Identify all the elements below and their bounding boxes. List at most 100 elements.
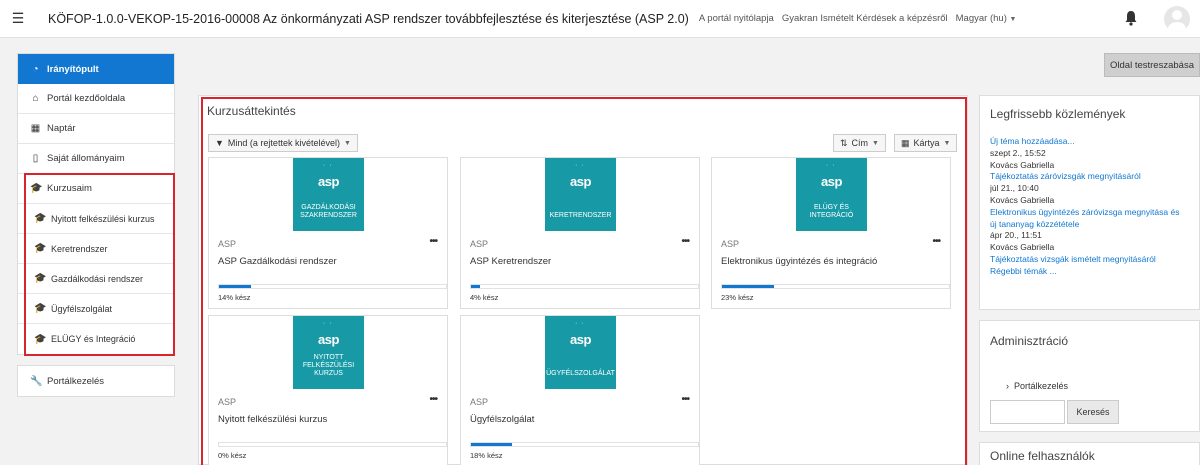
customize-page-button[interactable]: Oldal testreszabása — [1104, 53, 1200, 77]
course-image-caption: ELÜGY ÉS — [814, 204, 849, 211]
filter-dropdown[interactable]: ▼ Mind (a rejtettek kivételével) ▼ — [208, 134, 358, 152]
nav-portal-admin[interactable]: 🔧 Portálkezelés — [18, 366, 174, 396]
progress-fill — [471, 443, 512, 446]
course-name[interactable]: Elektronikus ügyintézés és integráció — [721, 256, 877, 267]
link-faq[interactable]: Gyakran Ismételt Kérdések a képzésről — [782, 13, 948, 24]
course-image[interactable]: · · asp NYITOTT FELKÉSZÜLÉSI KURZUS — [293, 316, 364, 389]
nav-my-courses-label: Kurzusaim — [47, 183, 92, 194]
more-options-icon[interactable]: ••• — [932, 236, 940, 247]
link-portal-home[interactable]: A portál nyitólapja — [699, 13, 774, 24]
course-card[interactable]: · · asp KERETRENDSZER ASP ••• ASP Keretr… — [460, 157, 700, 309]
course-image[interactable]: · · asp KERETRENDSZER — [545, 158, 616, 231]
news-item-link[interactable]: Tájékoztatás záróvizsgák megnyitásáról — [990, 171, 1200, 183]
course-image-caption: NYITOTT — [313, 354, 344, 361]
nav-dashboard[interactable]: ◔ Irányítópult — [18, 54, 174, 84]
course-image-caption: INTEGRÁCIÓ — [809, 212, 854, 219]
nav-course-framework[interactable]: 🎓 Keretrendszer — [18, 234, 174, 264]
nav-course-eluegy[interactable]: 🎓 ELÜGY és Integráció — [18, 324, 174, 354]
course-image-dots: · · — [575, 320, 585, 327]
course-name[interactable]: ASP Gazdálkodási rendszer — [218, 256, 337, 267]
sort-icon: ⇅ — [840, 137, 848, 148]
more-options-icon[interactable]: ••• — [681, 236, 689, 247]
nav-course-label: Gazdálkodási rendszer — [51, 273, 144, 284]
administration-block: Adminisztráció › Portálkezelés Keresés — [979, 320, 1200, 432]
graduation-cap-icon: 🎓 — [30, 183, 43, 194]
course-category: ASP — [470, 397, 489, 407]
nav-calendar-label: Naptár — [47, 123, 76, 134]
nav-course-open[interactable]: 🎓 Nyitott felkészülési kurzus — [18, 204, 174, 234]
course-name[interactable]: Ügyfélszolgálat — [470, 414, 534, 425]
site-title[interactable]: KÖFOP-1.0.0-VEKOP-15-2016-00008 Az önkor… — [48, 12, 689, 26]
nav-portal-home[interactable]: ⌂ Portál kezdőoldala — [18, 84, 174, 114]
course-image-caption: SZAKRENDSZER — [300, 212, 357, 219]
nav-calendar[interactable]: ▦ Naptár — [18, 114, 174, 144]
course-image[interactable]: · · asp ÜGYFÉLSZOLGÁLAT — [545, 316, 616, 389]
calendar-icon: ▦ — [30, 123, 41, 134]
left-navigation: ◔ Irányítópult ⌂ Portál kezdőoldala ▦ Naptá… — [17, 53, 175, 397]
nav-course-finance[interactable]: 🎓 Gazdálkodási rendszer — [18, 264, 174, 294]
news-add-topic-link[interactable]: Új téma hozzáadása... — [990, 136, 1200, 148]
course-category: ASP — [721, 239, 740, 249]
progress-text: 14% kész — [218, 293, 251, 302]
news-date: ápr 20., 11:51 — [990, 230, 1042, 241]
course-image-logo: asp — [570, 174, 591, 189]
hamburger-icon[interactable]: ☰ — [0, 0, 36, 38]
course-image-dots: · · — [575, 162, 585, 169]
course-name[interactable]: ASP Keretrendszer — [470, 256, 551, 267]
news-author: Kovács Gabriella — [990, 159, 1055, 170]
course-image-logo: asp — [318, 174, 339, 189]
admin-search-input[interactable] — [990, 400, 1065, 424]
bell-icon[interactable] — [1124, 10, 1138, 26]
top-links: A portál nyitólapja Gyakran Ismételt Kér… — [699, 13, 1017, 24]
news-list: Új téma hozzáadása... szept 2., 15:52 Ko… — [990, 136, 1200, 278]
view-dropdown[interactable]: ▦ Kártya ▼ — [894, 134, 958, 152]
nav-my-files[interactable]: ▯ Saját állományaim — [18, 144, 174, 174]
course-image-caption: KURZUS — [314, 370, 343, 377]
home-icon: ⌂ — [32, 93, 39, 104]
latest-news-block: Legfrissebb közlemények Új téma hozzáadá… — [979, 95, 1200, 310]
news-author: Kovács Gabriella — [990, 242, 1055, 253]
admin-portal-link[interactable]: › Portálkezelés — [1006, 381, 1068, 391]
course-card[interactable]: · · asp ELÜGY ÉS INTEGRÁCIÓ ASP ••• Elek… — [711, 157, 951, 309]
nav-group-main: ◔ Irányítópult ⌂ Portál kezdőoldala ▦ Naptá… — [17, 53, 175, 355]
more-options-icon[interactable]: ••• — [681, 394, 689, 405]
course-card[interactable]: · · asp NYITOTT FELKÉSZÜLÉSI KURZUS ASP … — [208, 315, 448, 465]
nav-course-label: Nyitott felkészülési kurzus — [51, 213, 155, 224]
news-item-link[interactable]: Tájékoztatás vizsgák ismételt megnyitásá… — [990, 254, 1200, 266]
administration-title: Adminisztráció — [990, 334, 1069, 348]
nav-my-courses[interactable]: 🎓 Kurzusaim — [18, 174, 174, 204]
nav-course-customer-service[interactable]: 🎓 Ügyfélszolgálat — [18, 294, 174, 324]
course-image[interactable]: · · asp ELÜGY ÉS INTEGRÁCIÓ — [796, 158, 867, 231]
course-image[interactable]: · · asp GAZDÁLKODÁSI SZAKRENDSZER — [293, 158, 364, 231]
nav-group-admin: 🔧 Portálkezelés — [17, 365, 175, 397]
older-topics-link[interactable]: Régebbi témák ... — [990, 266, 1200, 278]
course-card[interactable]: · · asp GAZDÁLKODÁSI SZAKRENDSZER ASP ••… — [208, 157, 448, 309]
course-image-dots: · · — [826, 162, 836, 169]
chevron-down-icon: ▼ — [343, 139, 351, 147]
course-name[interactable]: Nyitott felkészülési kurzus — [218, 414, 327, 425]
graduation-cap-icon: 🎓 — [34, 213, 47, 224]
course-image-caption: GAZDÁLKODÁSI — [301, 204, 356, 211]
online-users-block: Online felhasználók — [979, 442, 1200, 465]
course-image-dots: · · — [323, 162, 333, 169]
news-item-link[interactable]: Elektronikus ügyintézés záróvizsga megny… — [990, 207, 1200, 219]
course-overview-title: Kurzusáttekintés — [207, 104, 296, 118]
nav-course-label: Keretrendszer — [51, 243, 108, 254]
more-options-icon[interactable]: ••• — [429, 236, 437, 247]
news-item-link[interactable]: új tananyag közzététele — [990, 219, 1200, 231]
avatar[interactable] — [1164, 6, 1190, 32]
course-overview: Kurzusáttekintés ▼ Mind (a rejtettek kivé… — [198, 95, 968, 465]
graduation-cap-icon: 🎓 — [34, 273, 47, 284]
course-image-logo: asp — [570, 332, 591, 347]
graduation-cap-icon: 🎓 — [34, 333, 47, 345]
course-image-caption: KERETRENDSZER — [549, 212, 612, 219]
sort-dropdown[interactable]: ⇅ Cím ▼ — [833, 134, 886, 152]
progress-text: 23% kész — [721, 293, 754, 302]
top-navbar: ☰ KÖFOP-1.0.0-VEKOP-15-2016-00008 Az önk… — [0, 0, 1200, 38]
admin-search-button[interactable]: Keresés — [1067, 400, 1119, 424]
more-options-icon[interactable]: ••• — [429, 394, 437, 405]
language-menu[interactable]: Magyar (hu) ▼ — [956, 13, 1017, 24]
course-image-caption: ÜGYFÉLSZOLGÁLAT — [546, 370, 615, 377]
course-category: ASP — [218, 397, 237, 407]
course-card[interactable]: · · asp ÜGYFÉLSZOLGÁLAT ASP ••• Ügyfélsz… — [460, 315, 700, 465]
